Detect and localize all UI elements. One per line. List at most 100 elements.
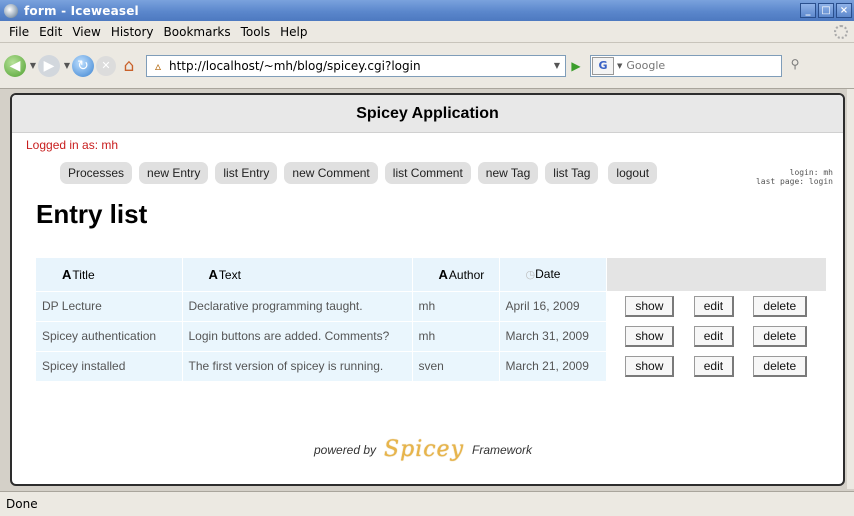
cell-text: The first version of spicey is running. bbox=[182, 350, 413, 381]
url-history-dropdown[interactable]: ▼ bbox=[549, 61, 565, 70]
logged-in-label: Logged in as: mh bbox=[26, 138, 119, 152]
table-row: Spicey authentication Login buttons are … bbox=[36, 320, 826, 351]
menu-bookmarks[interactable]: Bookmarks bbox=[164, 25, 231, 39]
powered-by-label: powered by bbox=[314, 442, 377, 457]
navigation-toolbar: ◀ ▼ ▶ ▼ ↻ ✕ ⌂ ▵ ▼ ▶ G ▼ ⚲ bbox=[0, 43, 854, 89]
back-button[interactable]: ◀ bbox=[4, 53, 26, 79]
home-button[interactable]: ⌂ bbox=[118, 53, 140, 79]
edit-button[interactable]: edit bbox=[693, 325, 735, 347]
cell-title: Spicey installed bbox=[36, 350, 183, 381]
status-bar: Done bbox=[0, 491, 854, 516]
stop-button[interactable]: ✕ bbox=[96, 53, 116, 79]
window-titlebar: form - Iceweasel _ □ × bbox=[0, 0, 854, 21]
nav-logout[interactable]: logout bbox=[608, 162, 658, 184]
menu-bar: File Edit View History Bookmarks Tools H… bbox=[0, 21, 854, 43]
text-type-icon: A bbox=[62, 266, 72, 282]
forward-history-dropdown[interactable]: ▼ bbox=[62, 61, 72, 70]
cell-text: Declarative programming taught. bbox=[182, 290, 413, 321]
nav-new-tag[interactable]: new Tag bbox=[477, 162, 539, 184]
login-info-last-page: last page: login bbox=[755, 177, 833, 186]
powered-by-footer: powered by Spicey Framework bbox=[314, 437, 532, 462]
show-button[interactable]: show bbox=[625, 295, 675, 317]
back-history-dropdown[interactable]: ▼ bbox=[28, 61, 38, 70]
throbber-icon bbox=[834, 24, 848, 39]
table-row: Spicey installed The first version of sp… bbox=[36, 350, 826, 381]
cell-text: Login buttons are added. Comments? bbox=[182, 320, 413, 351]
show-button[interactable]: show bbox=[625, 325, 675, 347]
minimize-button[interactable]: _ bbox=[800, 3, 816, 18]
forward-arrow-icon: ▶ bbox=[38, 54, 60, 77]
edit-button[interactable]: edit bbox=[693, 295, 735, 317]
nav-list-comment[interactable]: list Comment bbox=[384, 162, 471, 184]
nav-list-entry[interactable]: list Entry bbox=[215, 162, 278, 184]
window-title: form - Iceweasel bbox=[24, 3, 139, 18]
search-bar[interactable]: G ▼ bbox=[590, 54, 782, 77]
menu-file[interactable]: File bbox=[9, 25, 29, 39]
app-navigation: Processes new Entry list Entry new Comme… bbox=[60, 162, 658, 184]
iceweasel-icon bbox=[4, 3, 18, 18]
column-header-actions bbox=[606, 258, 827, 291]
cell-author: sven bbox=[412, 350, 500, 381]
forward-button[interactable]: ▶ bbox=[38, 53, 60, 79]
cell-author: mh bbox=[412, 290, 500, 321]
search-engine-icon[interactable]: G bbox=[592, 56, 614, 75]
app-header: Spicey Application bbox=[12, 95, 843, 133]
cell-date: March 21, 2009 bbox=[499, 350, 607, 381]
edit-button[interactable]: edit bbox=[693, 355, 735, 377]
delete-button[interactable]: delete bbox=[753, 355, 808, 377]
text-type-icon: A bbox=[438, 266, 448, 282]
page-title: Entry list bbox=[36, 199, 148, 229]
nav-processes[interactable]: Processes bbox=[60, 162, 133, 184]
table-header-row: ATitle AText AAuthor ◷Date bbox=[36, 258, 827, 291]
text-type-icon: A bbox=[208, 266, 218, 282]
cell-title: Spicey authentication bbox=[36, 320, 183, 351]
home-icon: ⌂ bbox=[123, 55, 135, 76]
cell-actions: show edit delete bbox=[606, 321, 826, 351]
nav-list-tag[interactable]: list Tag bbox=[545, 162, 599, 184]
column-header-author[interactable]: AAuthor bbox=[412, 258, 500, 291]
scrollbar[interactable] bbox=[847, 89, 854, 489]
reload-icon: ↻ bbox=[72, 54, 94, 77]
search-engine-dropdown[interactable]: ▼ bbox=[617, 62, 622, 70]
column-header-date[interactable]: ◷Date bbox=[499, 258, 607, 291]
search-input[interactable] bbox=[624, 57, 781, 74]
menu-edit[interactable]: Edit bbox=[39, 25, 62, 39]
menu-history[interactable]: History bbox=[111, 25, 154, 39]
window-controls: _ □ × bbox=[800, 3, 852, 18]
cell-actions: show edit delete bbox=[606, 351, 826, 381]
go-button[interactable]: ▶ bbox=[566, 59, 586, 73]
close-button[interactable]: × bbox=[836, 3, 852, 18]
status-text: Done bbox=[6, 497, 38, 511]
cell-author: mh bbox=[412, 320, 500, 351]
column-header-title[interactable]: ATitle bbox=[36, 258, 183, 291]
url-bar[interactable]: ▵ ▼ bbox=[146, 54, 566, 77]
menu-tools[interactable]: Tools bbox=[241, 25, 271, 39]
page-content: Spicey Application Logged in as: mh Proc… bbox=[10, 93, 845, 486]
search-icon[interactable]: ⚲ bbox=[786, 57, 804, 75]
clock-icon: ◷ bbox=[525, 269, 536, 282]
delete-button[interactable]: delete bbox=[753, 295, 808, 317]
delete-button[interactable]: delete bbox=[753, 325, 808, 347]
stop-icon: ✕ bbox=[96, 55, 116, 76]
menu-help[interactable]: Help bbox=[280, 25, 307, 39]
cell-date: March 31, 2009 bbox=[499, 320, 607, 351]
menu-view[interactable]: View bbox=[72, 25, 100, 39]
cell-date: April 16, 2009 bbox=[499, 290, 607, 321]
table-row: DP Lecture Declarative programming taugh… bbox=[36, 290, 826, 321]
reload-button[interactable]: ↻ bbox=[72, 53, 94, 79]
show-button[interactable]: show bbox=[625, 355, 675, 377]
spicey-logo: Spicey bbox=[384, 437, 465, 462]
framework-label: Framework bbox=[472, 442, 533, 457]
login-info: login: mh last page: login bbox=[756, 168, 833, 186]
back-arrow-icon: ◀ bbox=[4, 54, 26, 77]
maximize-button[interactable]: □ bbox=[818, 3, 834, 18]
url-input[interactable] bbox=[169, 56, 549, 75]
column-header-text[interactable]: AText bbox=[182, 258, 413, 291]
cell-title: DP Lecture bbox=[36, 290, 183, 321]
login-info-user: login: mh bbox=[789, 168, 833, 177]
entry-table: ATitle AText AAuthor ◷Date DP Lecture De… bbox=[36, 258, 827, 381]
cell-actions: show edit delete bbox=[606, 291, 826, 321]
nav-new-entry[interactable]: new Entry bbox=[139, 162, 209, 184]
nav-new-comment[interactable]: new Comment bbox=[284, 162, 378, 184]
site-favicon-icon: ▵ bbox=[154, 58, 162, 73]
